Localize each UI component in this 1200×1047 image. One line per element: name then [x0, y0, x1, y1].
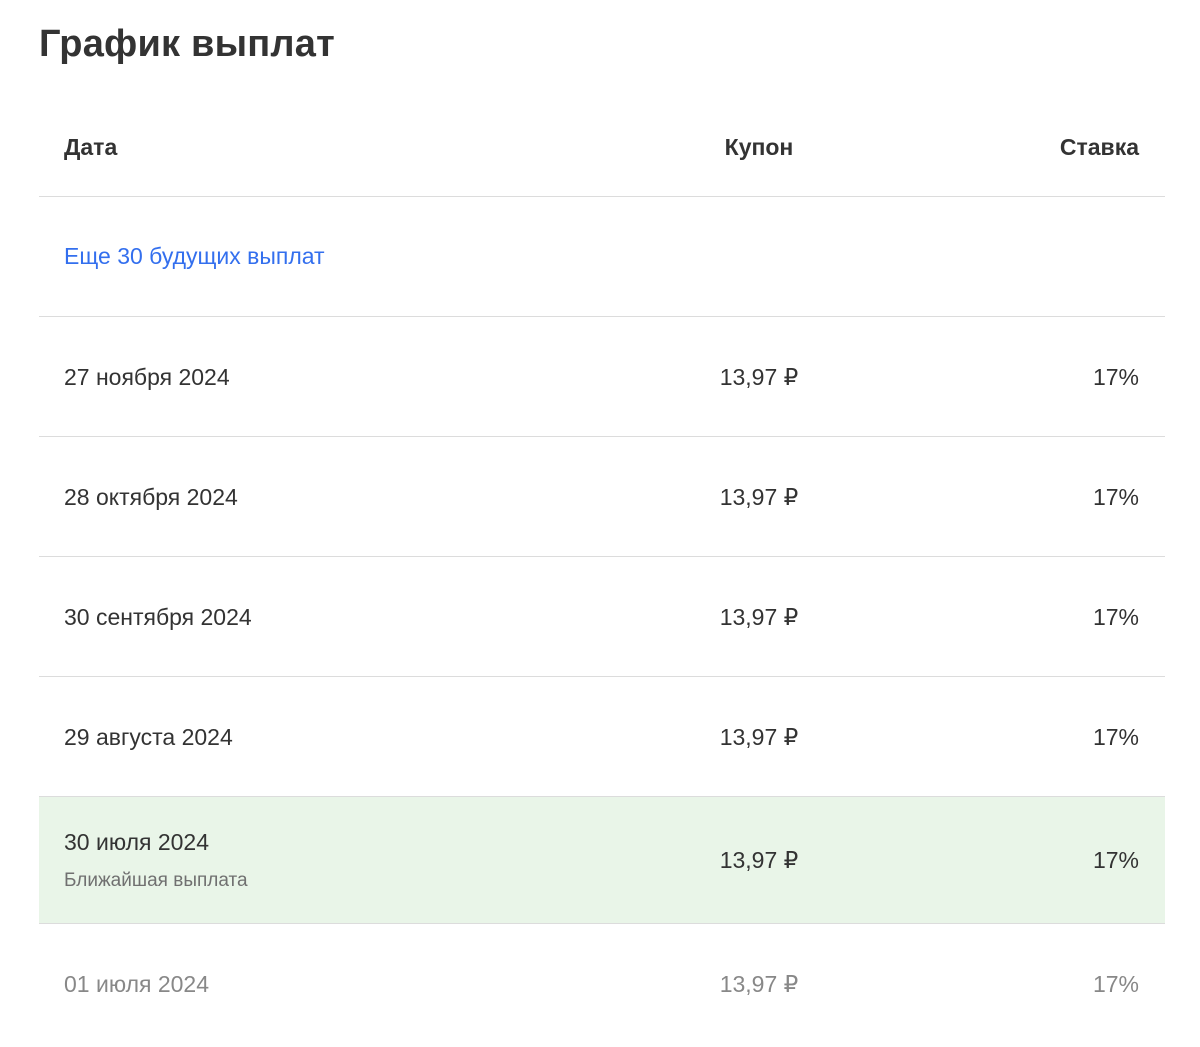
payment-date: 30 сентября 2024 — [64, 603, 252, 630]
coupon-amount: 13,97 ₽ — [719, 363, 799, 390]
next-payment-label: Ближайшая выплата — [64, 870, 248, 891]
column-header-date: Дата — [64, 134, 118, 160]
table-row: 27 ноября 2024 13,97 ₽ 17% — [39, 317, 1165, 437]
coupon-rate: 17% — [1092, 723, 1139, 750]
column-header-coupon: Купон — [724, 134, 794, 160]
coupon-rate: 17% — [1092, 847, 1139, 873]
table-row: 28 октября 2024 13,97 ₽ 17% — [39, 437, 1165, 557]
table-header-row: Дата Купон Ставка — [39, 98, 1165, 197]
coupon-amount: 13,97 ₽ — [719, 483, 799, 510]
payment-schedule-table: Дата Купон Ставка Еще 30 будущих выплат … — [39, 98, 1165, 1044]
payment-date: 28 октября 2024 — [64, 483, 238, 510]
column-header-rate: Ставка — [1059, 134, 1139, 160]
coupon-rate: 17% — [1092, 971, 1139, 997]
payment-date: 29 августа 2024 — [64, 723, 233, 750]
coupon-amount: 13,97 ₽ — [719, 971, 799, 997]
table-row: 29 августа 2024 13,97 ₽ 17% — [39, 677, 1165, 797]
coupon-rate: 17% — [1092, 603, 1139, 630]
payment-date-block: 30 июля 2024 Ближайшая выплата — [64, 827, 248, 893]
table-row-past-payment: 01 июля 2024 13,97 ₽ 17% — [39, 924, 1165, 1044]
coupon-amount: 13,97 ₽ — [719, 603, 799, 630]
payment-date: 30 июля 2024 — [64, 829, 209, 855]
payment-schedule-page: График выплат Дата Купон Ставка Еще 30 б… — [0, 0, 1200, 1047]
coupon-rate: 17% — [1092, 483, 1139, 510]
payment-date: 27 ноября 2024 — [64, 363, 230, 390]
coupon-amount: 13,97 ₽ — [719, 847, 799, 873]
coupon-amount: 13,97 ₽ — [719, 723, 799, 750]
table-row-next-payment: 30 июля 2024 Ближайшая выплата 13,97 ₽ 1… — [39, 797, 1165, 924]
more-payments-row: Еще 30 будущих выплат — [39, 197, 1165, 317]
payment-date: 01 июля 2024 — [64, 971, 209, 997]
coupon-rate: 17% — [1092, 363, 1139, 390]
more-future-payments-link[interactable]: Еще 30 будущих выплат — [64, 197, 325, 316]
table-row: 30 сентября 2024 13,97 ₽ 17% — [39, 557, 1165, 677]
page-title: График выплат — [39, 23, 335, 65]
payment-date-cell: 30 июля 2024 Ближайшая выплата — [64, 797, 248, 923]
